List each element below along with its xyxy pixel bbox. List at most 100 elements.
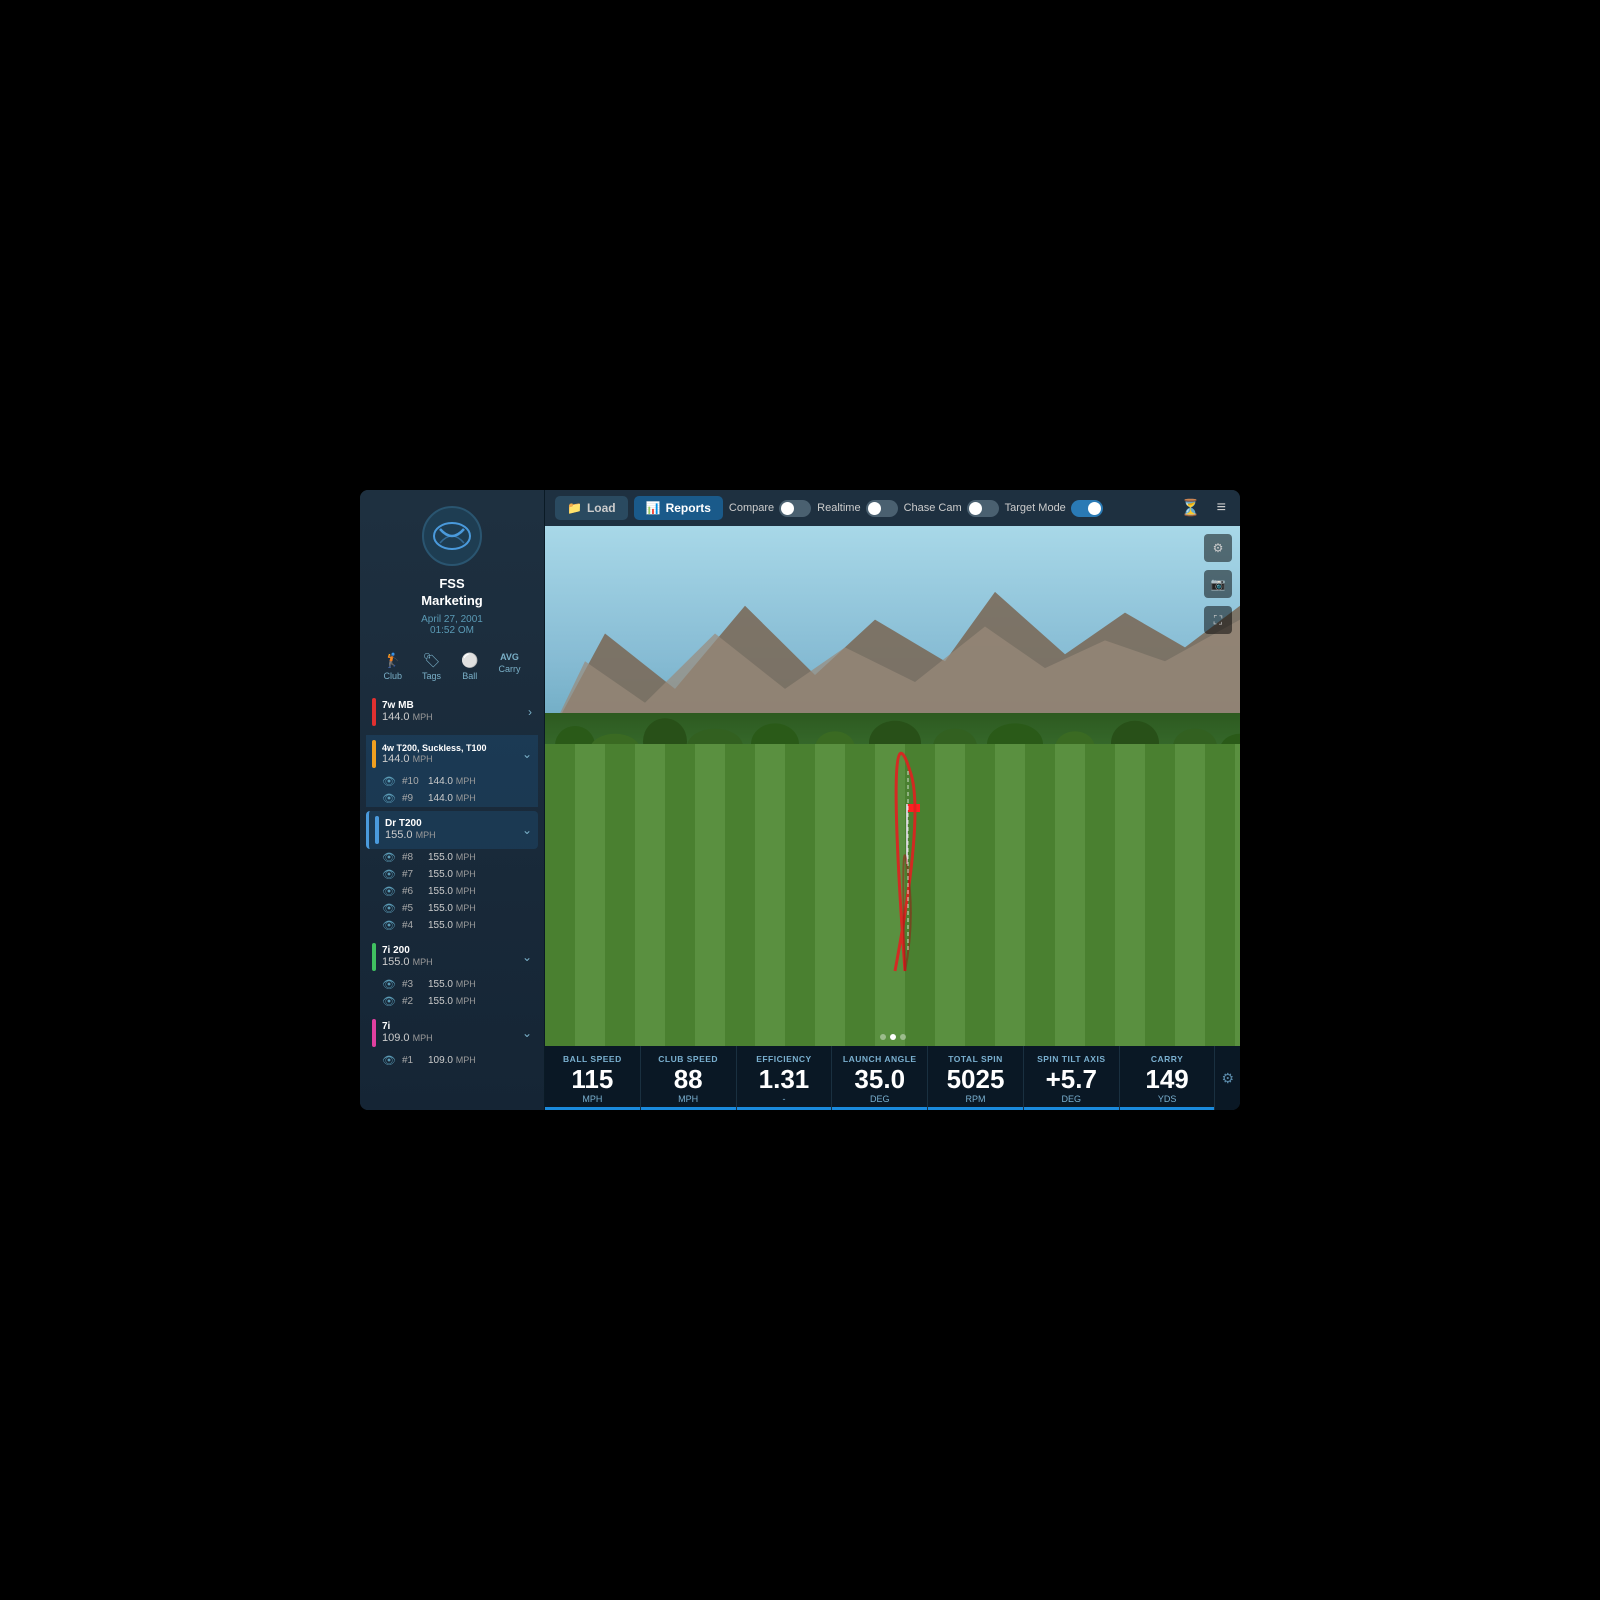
- eye-icon: 👁: [382, 868, 396, 881]
- shot-item: 👁 #7 155.0 MPH: [366, 866, 538, 883]
- stat-efficiency: EFFICIENCY 1.31 -: [737, 1046, 833, 1110]
- eye-icon: 👁: [382, 978, 396, 991]
- stat-bottom-bar: [641, 1107, 736, 1110]
- group-speed-7i-200: 155.0 MPH: [382, 956, 518, 968]
- targetmode-toggle[interactable]: [1071, 500, 1103, 517]
- realtime-toggle[interactable]: [866, 500, 898, 517]
- eye-icon: 👁: [382, 995, 396, 1008]
- folder-icon: 📁: [567, 501, 582, 515]
- shot-group-4w: 4w T200, Suckless, T100 144.0 MPH ⌄ 👁 #1…: [366, 735, 538, 807]
- shot-item: 👁 #6 155.0 MPH: [366, 883, 538, 900]
- fairway: [545, 744, 1240, 1046]
- compare-knob: [781, 502, 794, 515]
- flag: [908, 804, 920, 812]
- toolbar-right: ⏳ ≡: [1177, 496, 1230, 520]
- nav-club[interactable]: 🏌 Club: [376, 648, 411, 685]
- eye-icon: 👁: [382, 1054, 396, 1067]
- stat-bottom-bar: [737, 1107, 832, 1110]
- chasecam-toggle[interactable]: [967, 500, 999, 517]
- ball-icon: ⚪: [461, 652, 478, 669]
- compare-toggle[interactable]: [779, 500, 811, 517]
- chevron-icon-7i-pink: ⌄: [522, 1026, 532, 1040]
- stat-bottom-bar: [1024, 1107, 1119, 1110]
- dot-3[interactable]: [900, 1034, 906, 1040]
- app-container: FSSMarketing April 27, 200101:52 OM 🏌 Cl…: [360, 490, 1240, 1110]
- group-speed-4w: 144.0 MPH: [382, 753, 518, 765]
- eye-icon: 👁: [382, 919, 396, 932]
- club-icon: 🏌: [384, 652, 401, 669]
- eye-icon: 👁: [382, 902, 396, 915]
- dot-1[interactable]: [880, 1034, 886, 1040]
- shot-item: 👁 #3 155.0 MPH: [366, 976, 538, 993]
- shot-item: 👁 #5 155.0 MPH: [366, 900, 538, 917]
- logo: [422, 506, 482, 566]
- flag-pole: [906, 804, 908, 864]
- realtime-knob: [868, 502, 881, 515]
- tags-icon: 🏷: [423, 652, 441, 669]
- nav-carry[interactable]: AVG Carry: [490, 648, 528, 685]
- settings-icon[interactable]: ⚙: [1204, 534, 1232, 562]
- group-name-4w: 4w T200, Suckless, T100: [382, 743, 518, 753]
- stats-settings[interactable]: ⚙: [1215, 1046, 1240, 1110]
- stat-bottom-bar: [928, 1107, 1023, 1110]
- compare-toggle-group: Compare: [729, 500, 811, 517]
- shot-item: 👁 #2 155.0 MPH: [366, 993, 538, 1010]
- camera-icon[interactable]: 📷: [1204, 570, 1232, 598]
- stat-spin-tilt: SPIN TILT AXIS +5.7 DEG: [1024, 1046, 1120, 1110]
- menu-icon[interactable]: ≡: [1213, 497, 1230, 519]
- stats-gear-icon[interactable]: ⚙: [1221, 1070, 1234, 1087]
- chevron-icon-dr: ⌄: [522, 823, 532, 837]
- color-bar-7w: [372, 698, 376, 726]
- color-bar-dr: [375, 816, 379, 844]
- shot-group-header-dr[interactable]: Dr T200 155.0 MPH ⌄: [366, 811, 538, 849]
- group-speed-7w: 144.0 MPH: [382, 711, 524, 723]
- group-name-7i-pink: 7i: [382, 1021, 518, 1032]
- nav-tags[interactable]: 🏷 Tags: [414, 648, 449, 685]
- color-bar-4w: [372, 740, 376, 768]
- shot-item: 👁 #4 155.0 MPH: [366, 917, 538, 934]
- group-speed-7i-pink: 109.0 MPH: [382, 1032, 518, 1044]
- chasecam-knob: [969, 502, 982, 515]
- chevron-icon-7w: ›: [528, 705, 532, 719]
- hourglass-icon[interactable]: ⏳: [1177, 496, 1205, 520]
- stat-ball-speed: BALL SPEED 115 MPH: [545, 1046, 641, 1110]
- stat-club-speed: CLUB SPEED 88 MPH: [641, 1046, 737, 1110]
- shot-group-header-7i-200[interactable]: 7i 200 155.0 MPH ⌄: [366, 938, 538, 976]
- shot-group-header-7w-mb[interactable]: 7w MB 144.0 MPH ›: [366, 693, 538, 731]
- eye-icon: 👁: [382, 885, 396, 898]
- stat-total-spin: TOTAL SPIN 5025 RPM: [928, 1046, 1024, 1110]
- nav-ball[interactable]: ⚪ Ball: [453, 648, 486, 685]
- stats-bar: BALL SPEED 115 MPH CLUB SPEED 88 MPH EFF…: [545, 1046, 1240, 1110]
- shot-item: 👁 #9 144.0 MPH: [366, 790, 538, 807]
- shot-item: 👁 #1 109.0 MPH: [366, 1052, 538, 1069]
- shot-item: 👁 #8 155.0 MPH: [366, 849, 538, 866]
- reports-button[interactable]: 📊 Reports: [634, 496, 723, 520]
- group-name-dr: Dr T200: [385, 818, 518, 829]
- shot-group-header-4w[interactable]: 4w T200, Suckless, T100 144.0 MPH ⌄: [366, 735, 538, 773]
- shot-group-dr: Dr T200 155.0 MPH ⌄ 👁 #8 155.0 MPH 👁 #7 …: [366, 811, 538, 934]
- group-name-7w: 7w MB: [382, 700, 524, 711]
- progress-dots: [880, 1034, 906, 1040]
- stat-carry: CARRY 149 YDS: [1120, 1046, 1216, 1110]
- stat-bottom-bar: [545, 1107, 640, 1110]
- user-date: April 27, 200101:52 OM: [421, 614, 483, 636]
- shot-group-header-7i-pink[interactable]: 7i 109.0 MPH ⌄: [366, 1014, 538, 1052]
- stat-bottom-bar: [832, 1107, 927, 1110]
- stat-launch-angle: LAUNCH ANGLE 35.0 DEG: [832, 1046, 928, 1110]
- eye-icon: 👁: [382, 775, 396, 788]
- course-view: ⚙ 📷 ⛶: [545, 526, 1240, 1046]
- reports-icon: 📊: [646, 501, 661, 515]
- expand-icon[interactable]: ⛶: [1204, 606, 1232, 634]
- targetmode-toggle-group: Target Mode: [1005, 500, 1103, 517]
- sidebar: FSSMarketing April 27, 200101:52 OM 🏌 Cl…: [360, 490, 545, 1110]
- realtime-toggle-group: Realtime: [817, 500, 897, 517]
- chasecam-toggle-group: Chase Cam: [904, 500, 999, 517]
- group-speed-dr: 155.0 MPH: [385, 829, 518, 841]
- eye-icon: 👁: [382, 851, 396, 864]
- color-bar-7i-200: [372, 943, 376, 971]
- shot-group-7w-mb: 7w MB 144.0 MPH ›: [366, 693, 538, 731]
- load-button[interactable]: 📁 Load: [555, 496, 628, 520]
- shot-list: 7w MB 144.0 MPH › 4w T200, Suckless, T10…: [360, 693, 544, 1110]
- toolbar: 📁 Load 📊 Reports Compare Realtime: [545, 490, 1240, 526]
- dot-2[interactable]: [890, 1034, 896, 1040]
